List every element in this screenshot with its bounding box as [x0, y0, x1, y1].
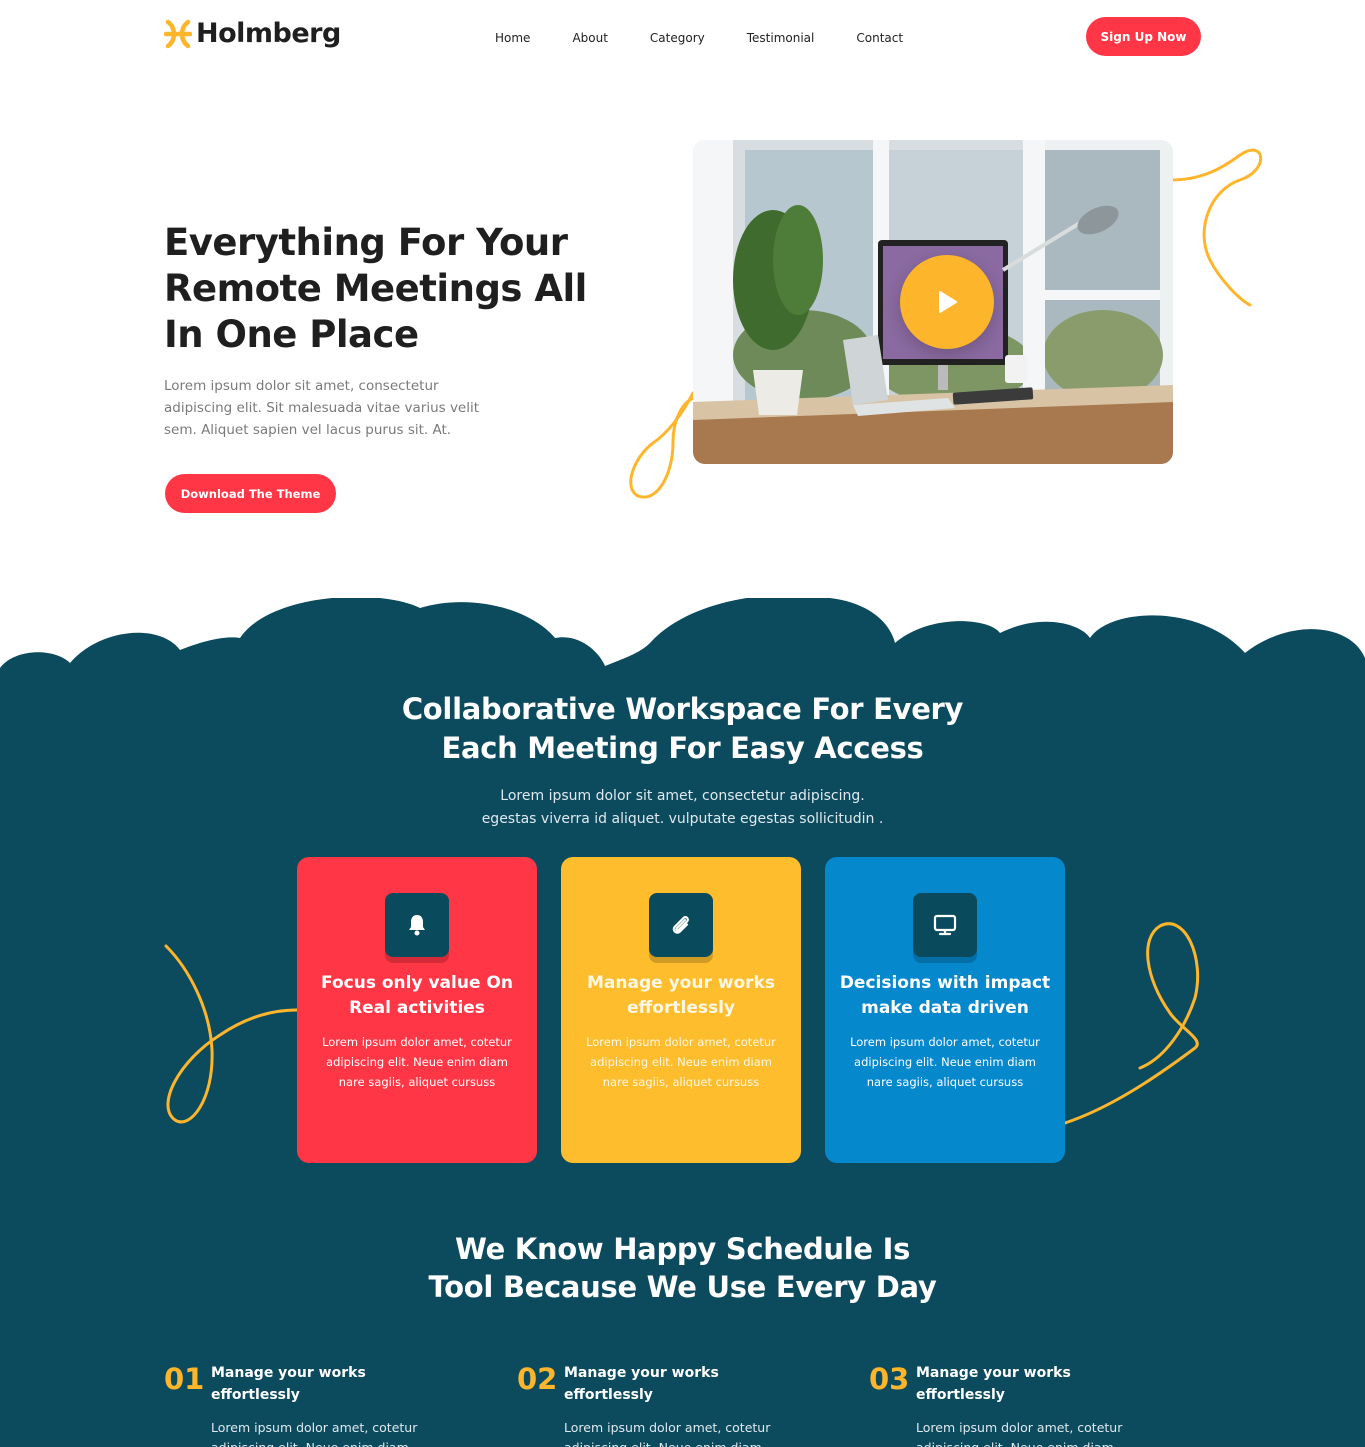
card-icon-box — [913, 893, 977, 957]
play-icon — [939, 291, 957, 313]
card-title: Focus only value On Real activities — [321, 973, 513, 1018]
logo-text: Holmberg — [196, 18, 341, 49]
main-nav: Home About Category Testimonial Contact — [495, 31, 945, 45]
feature-number: 02 — [517, 1362, 558, 1396]
card-title: Manage your works effortlessly — [587, 973, 775, 1018]
workspace-text-line-2: egestas viverra id aliquet. vulputate eg… — [481, 811, 884, 827]
feature-title: Manage your works effortlessly — [916, 1365, 1071, 1403]
squiggle-decoration-icon — [164, 944, 299, 1124]
sign-up-button[interactable]: Sign Up Now — [1086, 17, 1201, 56]
card-text: Lorem ipsum dolor amet, cotetur adipisci… — [850, 1035, 1040, 1089]
schedule-title: We Know Happy Schedule Is Tool Because W… — [428, 1232, 937, 1304]
feature-card-decisions[interactable]: Decisions with impact make data driven L… — [825, 857, 1065, 1163]
logo-mark-icon — [163, 19, 193, 49]
workspace-text-line-1: Lorem ipsum dolor sit amet, consectetur … — [500, 788, 865, 804]
workspace-text: Lorem ipsum dolor sit amet, consectetur … — [0, 785, 1365, 831]
card-icon-box — [385, 893, 449, 957]
nav-home[interactable]: Home — [495, 31, 530, 45]
squiggle-decoration-icon — [1063, 922, 1200, 1125]
hero-text: Lorem ipsum dolor sit amet, consectetur … — [164, 378, 480, 438]
feature-number: 01 — [164, 1362, 205, 1396]
hero-title: Everything For Your Remote Meetings All … — [164, 221, 587, 356]
nav-category[interactable]: Category — [650, 31, 705, 45]
feature-number: 03 — [869, 1362, 910, 1396]
nav-testimonial[interactable]: Testimonial — [747, 31, 815, 45]
card-text: Lorem ipsum dolor amet, cotetur adipisci… — [322, 1035, 512, 1089]
download-theme-button[interactable]: Download The Theme — [165, 474, 336, 513]
squiggle-decoration-icon — [629, 391, 695, 499]
feature-text: Lorem ipsum dolor amet, cotetur adipisci… — [564, 1420, 771, 1447]
site-header: Holmberg Home About Category Testimonial… — [0, 0, 1365, 76]
workspace-title: Collaborative Workspace For Every Each M… — [401, 692, 964, 765]
feature-title: Manage your works effortlessly — [211, 1365, 366, 1403]
card-text: Lorem ipsum dolor amet, cotetur adipisci… — [586, 1035, 776, 1089]
feature-text: Lorem ipsum dolor amet, cotetur adipisci… — [211, 1420, 418, 1447]
feature-card-focus[interactable]: Focus only value On Real activities Lore… — [297, 857, 537, 1163]
card-title: Decisions with impact make data driven — [839, 973, 1051, 1018]
squiggle-decoration-icon — [1170, 148, 1263, 307]
bell-icon — [409, 915, 425, 936]
card-icon-box — [649, 893, 713, 957]
monitor-icon — [933, 914, 957, 936]
logo[interactable]: Holmberg — [163, 18, 341, 49]
play-video-button[interactable] — [900, 255, 994, 349]
nav-about[interactable]: About — [572, 31, 607, 45]
paperclip-icon — [672, 916, 689, 934]
nav-contact[interactable]: Contact — [856, 31, 903, 45]
feature-card-manage[interactable]: Manage your works effortlessly Lorem ips… — [561, 857, 801, 1163]
feature-text: Lorem ipsum dolor amet, cotetur adipisci… — [916, 1420, 1123, 1447]
feature-title: Manage your works effortlessly — [564, 1365, 719, 1403]
